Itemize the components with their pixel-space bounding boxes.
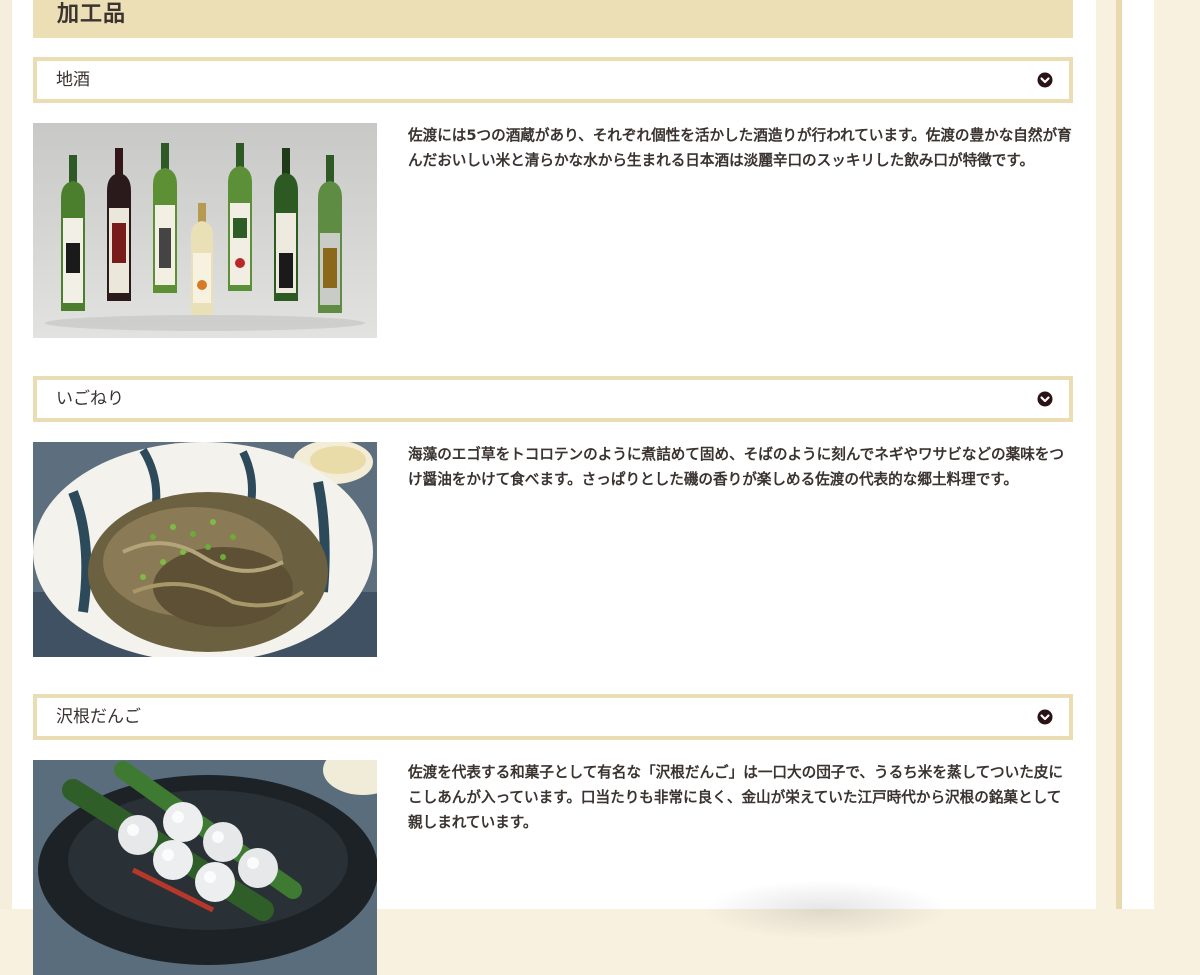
side-gap: [1122, 0, 1154, 909]
left-margin: [0, 0, 12, 909]
chevron-down-circle-icon[interactable]: [1037, 709, 1053, 725]
sawane-dango-photo: [33, 760, 377, 975]
section-title: 加工品: [57, 2, 127, 27]
igoneri-photo: [33, 442, 377, 657]
chevron-down-circle-icon[interactable]: [1037, 72, 1053, 88]
scroll-fade: [700, 880, 950, 940]
item-description: 海藻のエゴ草をトコロテンのように煮詰めて固め、そばのように刻んでネギやワサビなど…: [408, 446, 1064, 488]
side-background: [1154, 0, 1200, 909]
item-description: 佐渡には5つの酒蔵があり、それぞれ個性を活かした酒造りが行われています。佐渡の豊…: [408, 127, 1072, 169]
chevron-down-circle-icon[interactable]: [1037, 391, 1053, 407]
accordion-title: 沢根だんご: [56, 707, 141, 727]
accordion-title: 地酒: [56, 70, 90, 90]
side-margin: [1096, 0, 1116, 909]
accordion-title: いごねり: [56, 389, 124, 409]
accordion-header-sawane-dango[interactable]: 沢根だんご: [33, 694, 1073, 740]
accordion-header-jizake[interactable]: 地酒: [33, 57, 1073, 103]
accordion-header-igoneri[interactable]: いごねり: [33, 376, 1073, 422]
item-description: 佐渡を代表する和菓子として有名な「沢根だんご」は一口大の団子で、うるち米を蒸して…: [408, 764, 1063, 831]
sake-bottles-photo: [33, 123, 377, 338]
section-header: 加工品: [33, 0, 1073, 38]
